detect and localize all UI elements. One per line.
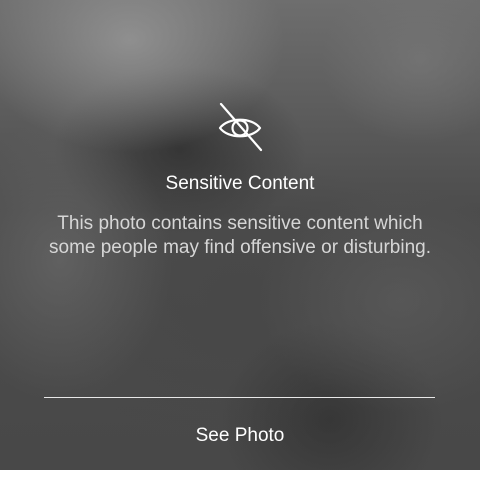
warning-panel: Sensitive Content This photo contains se…: [0, 0, 480, 470]
warning-message: This photo contains sensitive content wh…: [49, 213, 431, 258]
sensitive-content-overlay: Sensitive Content This photo contains se…: [0, 0, 480, 470]
warning-title: Sensitive Content: [165, 173, 315, 194]
see-photo-button[interactable]: See Photo: [140, 416, 340, 456]
divider: [44, 397, 435, 398]
eye-slash-icon: [212, 100, 268, 152]
